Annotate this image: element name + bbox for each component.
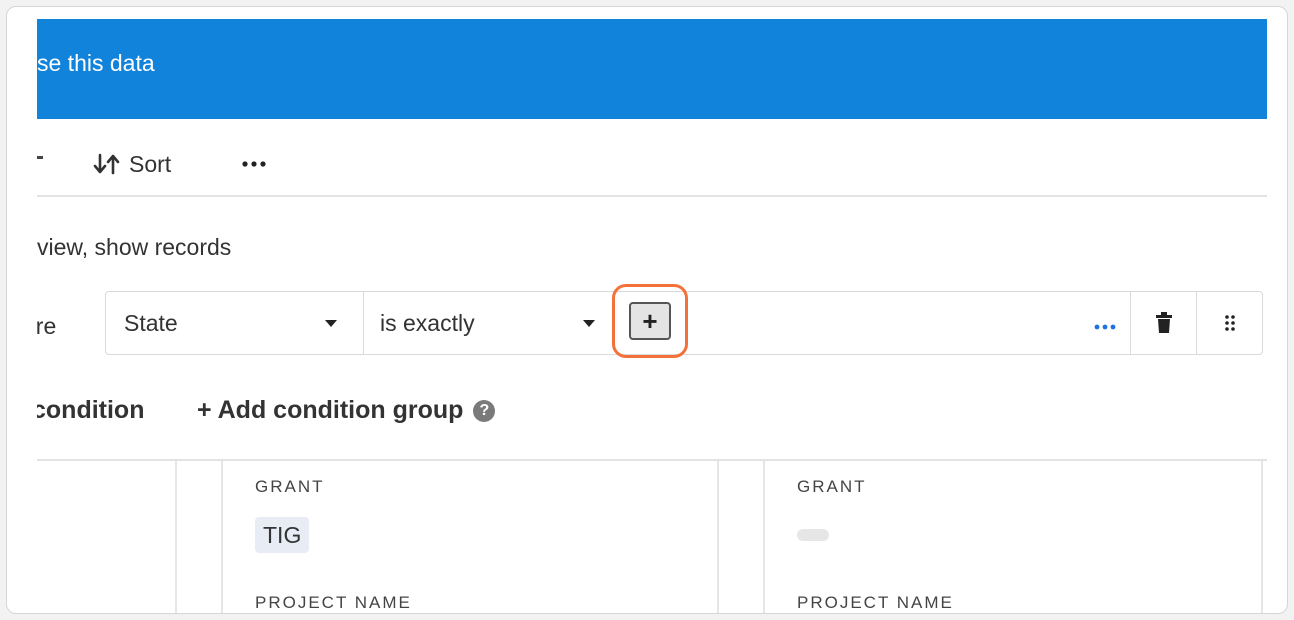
caret-down-icon [583,320,595,327]
condition-more-icon[interactable] [1090,310,1120,338]
help-icon[interactable]: ? [473,399,496,422]
empty-grant-chip [797,529,829,541]
more-options-icon[interactable] [237,149,271,179]
drag-handle-icon [1225,315,1235,331]
add-value-button[interactable]: + [629,302,671,340]
sort-icon [93,153,120,175]
trash-icon [1156,312,1172,333]
column-divider [175,461,177,613]
grant-label: GRANT [255,477,325,496]
delete-condition-button[interactable] [1130,292,1196,354]
add-condition-link: condition [37,396,144,425]
grant-label: GRANT [797,477,867,496]
where-label-text: ere [37,313,57,339]
project-name-label: PROJECT NAME [797,593,954,612]
add-condition-group-button[interactable]: + Add condition group ? [197,396,496,425]
screenshot-frame: se this data Sort view, show records ere [6,6,1288,614]
sort-label: Sort [129,150,172,177]
filter-condition-row: State is exactly + [105,284,1263,358]
drag-handle[interactable] [1196,292,1262,354]
column-divider [763,461,765,613]
banner-title: se this data [37,50,155,76]
view-toolbar: Sort [37,119,1267,197]
top-banner: se this data [37,19,1267,119]
records-area: GRANT TIG PROJECT NAME GRANT PROJECT NAM… [37,459,1267,613]
operator-select[interactable]: is exactly [364,292,612,354]
caret-down-icon [325,320,337,327]
field-select-value: State [124,310,178,336]
column-divider [717,461,719,613]
add-condition-group-label: + Add condition group [197,396,464,424]
sort-button[interactable]: Sort [93,147,171,181]
column-divider [1261,461,1263,613]
project-name-label: PROJECT NAME [255,593,412,612]
column-divider [221,461,223,613]
app-content: se this data Sort view, show records ere [37,19,1267,613]
truncated-toolbar-item [37,156,43,159]
field-select[interactable]: State [106,292,364,354]
add-condition-label[interactable]: condition [37,396,144,424]
operator-select-value: is exactly [380,310,475,336]
highlight-ring: + [612,284,688,358]
grant-chip: TIG [255,517,310,553]
filter-description-text: view, show records [37,234,232,260]
